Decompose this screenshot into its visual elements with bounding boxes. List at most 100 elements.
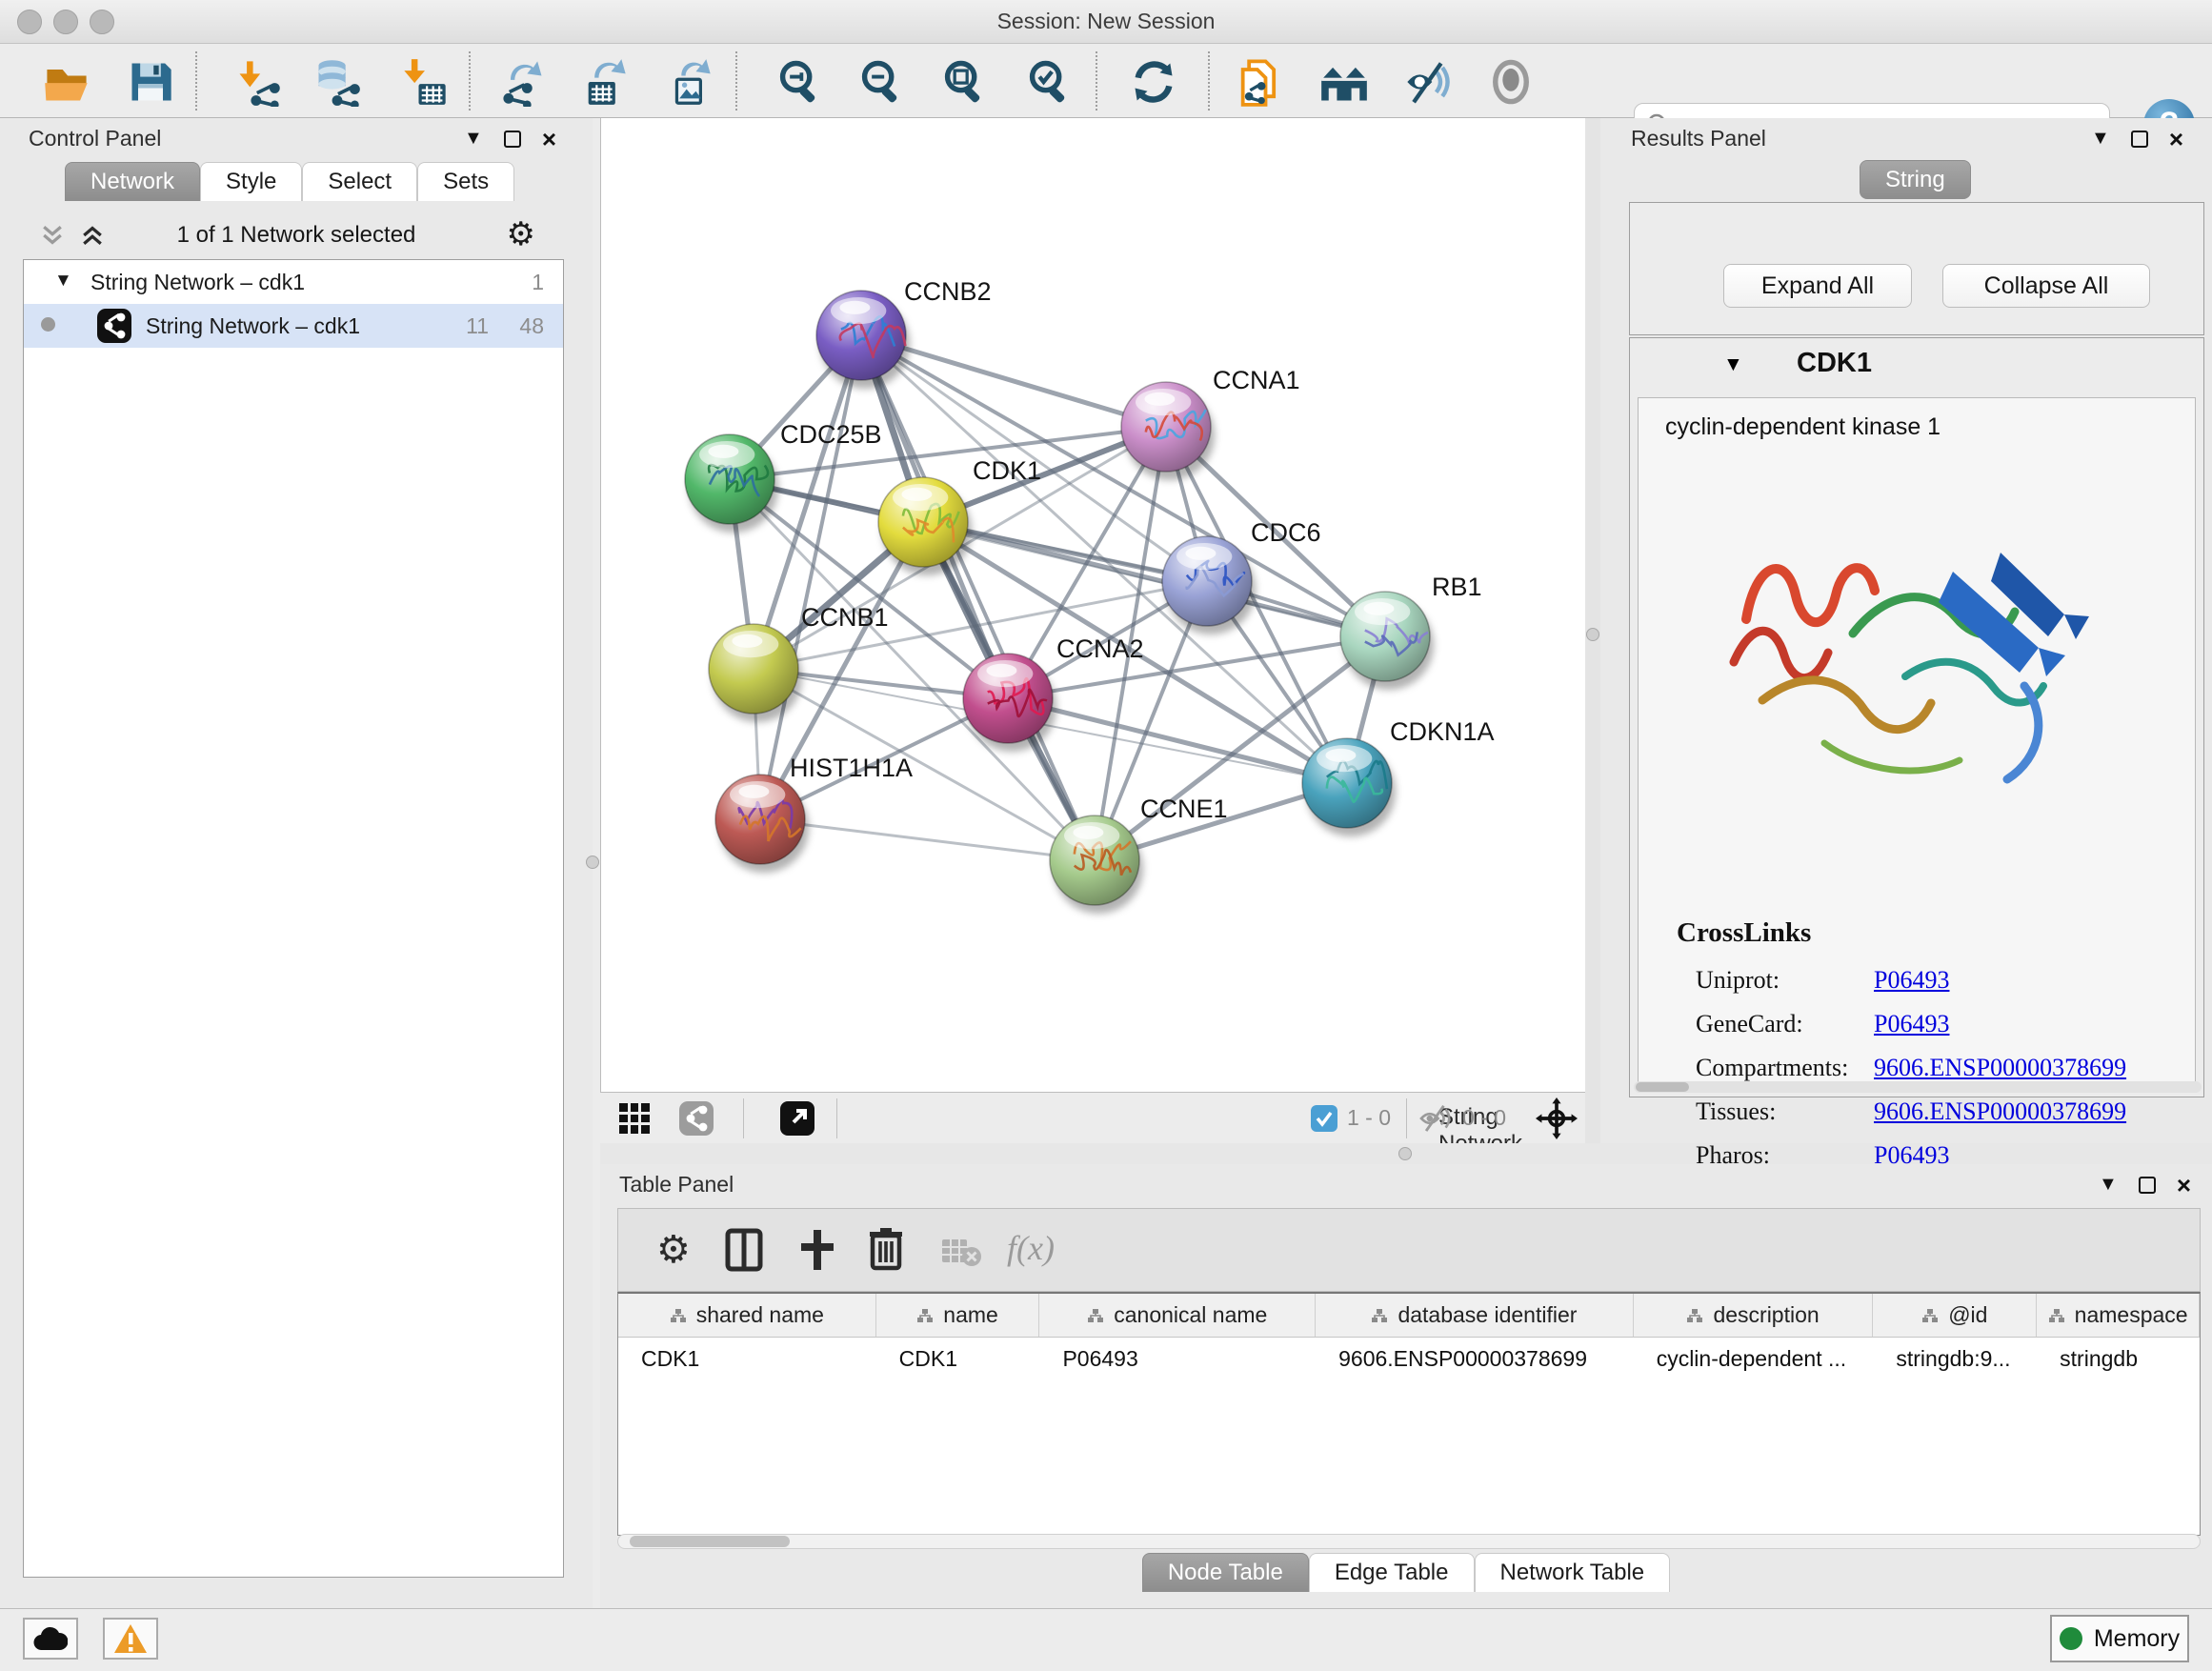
table-cell[interactable]: CDK1 bbox=[876, 1338, 1040, 1381]
close-panel-icon[interactable]: × bbox=[2177, 1177, 2191, 1194]
collapse-all-button[interactable]: Collapse All bbox=[1942, 264, 2150, 308]
network-row[interactable]: String Network – cdk1 11 48 bbox=[24, 304, 563, 348]
crosslink-label: Compartments: bbox=[1696, 1054, 1848, 1082]
hidden-eye-slash-icon[interactable] bbox=[1418, 1103, 1456, 1134]
tab-select[interactable]: Select bbox=[302, 162, 417, 201]
show-all-button[interactable] bbox=[1319, 57, 1369, 107]
crosslink-link[interactable]: P06493 bbox=[1874, 1010, 1949, 1038]
results-hscrollbar[interactable] bbox=[1634, 1081, 2202, 1093]
table-row[interactable]: CDK1CDK1P064939606.ENSP00000378699cyclin… bbox=[618, 1338, 2200, 1381]
tab-node-table[interactable]: Node Table bbox=[1142, 1553, 1309, 1592]
birdseye-grid-icon[interactable] bbox=[619, 1103, 650, 1134]
tab-network-table[interactable]: Network Table bbox=[1475, 1553, 1671, 1592]
column-header-name[interactable]: name bbox=[876, 1294, 1040, 1337]
tab-network[interactable]: Network bbox=[65, 162, 200, 201]
network-node-hist1h1a[interactable]: HIST1H1A bbox=[715, 754, 913, 873]
import-table-file-button[interactable] bbox=[400, 57, 450, 107]
export-table-button[interactable] bbox=[580, 57, 630, 107]
column-header-shared-name[interactable]: shared name bbox=[618, 1294, 876, 1337]
network-node-ccnb1[interactable]: CCNB1 bbox=[709, 603, 889, 722]
zoom-out-button[interactable] bbox=[857, 57, 907, 107]
hide-selected-button[interactable] bbox=[1403, 57, 1453, 107]
save-session-button[interactable] bbox=[126, 57, 175, 107]
crosslink-link[interactable]: P06493 bbox=[1874, 966, 1949, 995]
network-edge[interactable] bbox=[760, 819, 1095, 860]
apply-function-icon[interactable]: f(x) bbox=[1007, 1228, 1055, 1268]
open-file-button[interactable] bbox=[42, 57, 91, 107]
preview-eye-button[interactable] bbox=[1486, 57, 1536, 107]
column-header-database-identifier[interactable]: database identifier bbox=[1316, 1294, 1634, 1337]
network-node-ccne1[interactable]: CCNE1 bbox=[1050, 795, 1228, 914]
control-panel-splitter-handle[interactable] bbox=[586, 856, 599, 869]
table-cell[interactable]: P06493 bbox=[1039, 1338, 1316, 1381]
add-column-icon[interactable] bbox=[797, 1228, 837, 1272]
table-splitter-handle[interactable] bbox=[1398, 1147, 1412, 1160]
table-cell[interactable]: stringdb bbox=[2037, 1338, 2200, 1381]
network-node-ccna1[interactable]: CCNA1 bbox=[1121, 366, 1300, 480]
panel-menu-icon[interactable]: ▼ bbox=[2091, 128, 2110, 150]
network-node-cdc25b[interactable]: CDC25B bbox=[685, 420, 882, 533]
collection-expander-icon[interactable]: ▼ bbox=[54, 271, 72, 292]
zoom-selected-button[interactable] bbox=[1025, 57, 1075, 107]
import-network-database-button[interactable] bbox=[312, 57, 362, 107]
network-canvas[interactable]: CCNB2CCNA1CDC25BCDK1CDC6RB1CCNB1CCNA2CDK… bbox=[600, 118, 1585, 1092]
network-node-ccnb2[interactable]: CCNB2 bbox=[816, 277, 992, 389]
close-panel-icon[interactable]: × bbox=[2169, 131, 2183, 148]
network-graph[interactable]: CCNB2CCNA1CDC25BCDK1CDC6RB1CCNB1CCNA2CDK… bbox=[601, 118, 1586, 1092]
table-options-gear-icon[interactable]: ⚙ bbox=[656, 1228, 691, 1272]
network-node-cdc6[interactable]: CDC6 bbox=[1162, 518, 1321, 634]
crosslink-link[interactable]: 9606.ENSP00000378699 bbox=[1874, 1054, 2126, 1082]
panel-menu-icon[interactable]: ▼ bbox=[2099, 1174, 2118, 1196]
expand-all-icon[interactable] bbox=[78, 221, 107, 250]
column-header-@id[interactable]: @id bbox=[1873, 1294, 2037, 1337]
refresh-button[interactable] bbox=[1129, 57, 1178, 107]
network-node-rb1[interactable]: RB1 bbox=[1340, 573, 1482, 690]
crosslink-link[interactable]: 9606.ENSP00000378699 bbox=[1874, 1097, 2126, 1126]
string-style-icon[interactable] bbox=[678, 1100, 714, 1137]
import-network-file-button[interactable] bbox=[233, 57, 283, 107]
pan-crosshair-icon[interactable] bbox=[1536, 1097, 1578, 1139]
panel-menu-icon[interactable]: ▼ bbox=[464, 128, 483, 150]
table-hscrollbar[interactable] bbox=[617, 1534, 2201, 1549]
network-node-cdkn1a[interactable]: CDKN1A bbox=[1302, 717, 1495, 836]
collapse-all-icon[interactable] bbox=[38, 221, 67, 250]
network-edge[interactable] bbox=[760, 335, 861, 819]
zoom-in-button[interactable] bbox=[775, 57, 825, 107]
entry-expander-icon[interactable]: ▼ bbox=[1723, 353, 1743, 376]
delete-table-icon[interactable] bbox=[940, 1236, 982, 1268]
cloud-status-button[interactable] bbox=[23, 1618, 78, 1660]
node-label-cdkn1a: CDKN1A bbox=[1390, 717, 1495, 746]
float-panel-icon[interactable] bbox=[2131, 131, 2148, 148]
expand-all-button[interactable]: Expand All bbox=[1723, 264, 1912, 308]
import-table-icon bbox=[400, 57, 450, 107]
zoom-fit-button[interactable] bbox=[940, 57, 990, 107]
delete-column-trash-icon[interactable] bbox=[868, 1226, 904, 1272]
export-image-button[interactable] bbox=[665, 57, 714, 107]
column-header-namespace[interactable]: namespace bbox=[2037, 1294, 2200, 1337]
cdk1-entry-header[interactable]: ▼ CDK1 bbox=[1630, 338, 2203, 393]
export-network-button[interactable] bbox=[498, 57, 548, 107]
network-collection-row[interactable]: ▼ String Network – cdk1 1 bbox=[24, 260, 563, 304]
table-cell[interactable]: CDK1 bbox=[618, 1338, 876, 1381]
warnings-button[interactable] bbox=[103, 1618, 158, 1660]
table-cell[interactable]: cyclin-dependent ... bbox=[1634, 1338, 1874, 1381]
network-options-gear-icon[interactable]: ⚙ bbox=[507, 218, 535, 251]
tab-style[interactable]: Style bbox=[200, 162, 302, 201]
clone-network-button[interactable] bbox=[1235, 57, 1284, 107]
tab-sets[interactable]: Sets bbox=[417, 162, 514, 201]
separator bbox=[1406, 1098, 1407, 1138]
table-cell[interactable]: 9606.ENSP00000378699 bbox=[1316, 1338, 1634, 1381]
close-panel-icon[interactable]: × bbox=[542, 131, 556, 148]
show-columns-icon[interactable] bbox=[725, 1228, 763, 1272]
results-splitter-handle[interactable] bbox=[1586, 628, 1599, 641]
float-panel-icon[interactable] bbox=[2139, 1177, 2156, 1194]
tab-string[interactable]: String bbox=[1860, 160, 1971, 199]
table-cell[interactable]: stringdb:9... bbox=[1873, 1338, 2037, 1381]
column-header-canonical-name[interactable]: canonical name bbox=[1039, 1294, 1316, 1337]
selected-nodes-checkbox[interactable] bbox=[1311, 1105, 1337, 1132]
open-in-new-window-icon[interactable] bbox=[779, 1100, 815, 1137]
memory-button[interactable]: Memory bbox=[2050, 1615, 2189, 1662]
column-header-description[interactable]: description bbox=[1634, 1294, 1874, 1337]
float-panel-icon[interactable] bbox=[504, 131, 521, 148]
tab-edge-table[interactable]: Edge Table bbox=[1309, 1553, 1475, 1592]
